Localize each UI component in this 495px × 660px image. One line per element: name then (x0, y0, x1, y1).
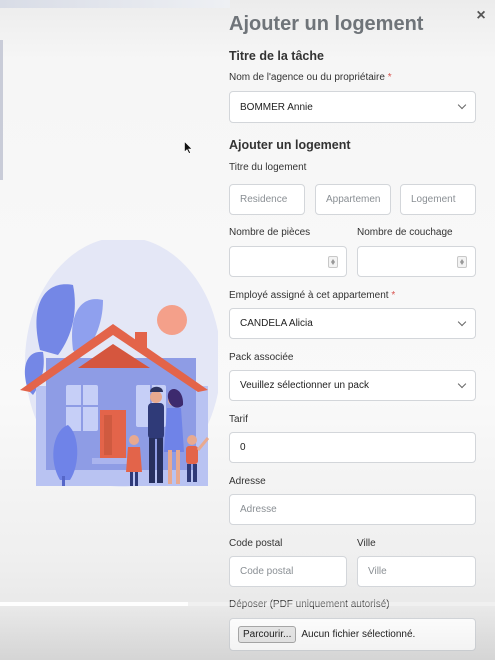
postal-code-placeholder: Code postal (240, 566, 294, 577)
owner-select-value: BOMMER Annie (240, 101, 313, 113)
employee-label-text: Employé assigné à cet appartement (229, 290, 389, 301)
housing-title-label: Titre du logement (229, 162, 307, 173)
background-edge (0, 40, 3, 180)
owner-label-text: Nom de l'agence ou du propriétaire (229, 72, 385, 83)
pack-select[interactable]: Veuillez sélectionner un pack (229, 370, 476, 401)
price-label: Tarif (229, 414, 248, 425)
address-input[interactable]: Adresse (229, 494, 476, 525)
pack-select-value: Veuillez sélectionner un pack (240, 380, 369, 391)
file-upload-field[interactable]: Parcourir... Aucun fichier sélectionné. (229, 618, 476, 651)
price-value: 0 (240, 442, 246, 453)
employee-select-value: CANDELA Alicia (240, 318, 313, 329)
mouse-pointer-icon (184, 141, 193, 154)
browse-button[interactable]: Parcourir... (238, 626, 297, 643)
housing-input[interactable]: Logement (400, 184, 476, 215)
rooms-number-input[interactable] (229, 246, 347, 277)
address-label: Adresse (229, 476, 266, 487)
required-mark: * (387, 72, 392, 83)
background-strip (0, 0, 230, 8)
price-input[interactable]: 0 (229, 432, 476, 463)
residence-placeholder: Residence (240, 194, 288, 205)
task-section-heading: Titre de la tâche (229, 49, 324, 63)
employee-label: Employé assigné à cet appartement * (229, 290, 395, 301)
address-placeholder: Adresse (240, 504, 277, 515)
city-input[interactable]: Ville (357, 556, 476, 587)
housing-section-heading: Ajouter un logement (229, 138, 351, 152)
apartment-input[interactable]: Appartemen (315, 184, 391, 215)
owner-select[interactable]: BOMMER Annie (229, 91, 476, 123)
housing-placeholder: Logement (411, 194, 456, 205)
beds-number-input[interactable] (357, 246, 476, 277)
postal-code-input[interactable]: Code postal (229, 556, 347, 587)
pack-label: Pack associée (229, 352, 294, 363)
beds-label: Nombre de couchage (357, 227, 453, 238)
chevron-down-icon (457, 379, 467, 388)
required-mark: * (391, 290, 396, 301)
rooms-label: Nombre de pièces (229, 227, 311, 238)
chevron-down-icon (457, 317, 467, 326)
apartment-placeholder: Appartemen (326, 194, 381, 205)
modal-title: Ajouter un logement (229, 13, 424, 35)
postal-code-label: Code postal (229, 538, 283, 549)
close-icon[interactable]: × (474, 8, 488, 24)
spinner-icon[interactable] (328, 255, 338, 268)
no-file-text: Aucun fichier sélectionné. (301, 629, 416, 640)
city-label: Ville (357, 538, 376, 549)
spinner-icon[interactable] (457, 255, 467, 268)
owner-label: Nom de l'agence ou du propriétaire * (229, 72, 392, 83)
employee-select[interactable]: CANDELA Alicia (229, 308, 476, 339)
chevron-down-icon (457, 100, 467, 110)
family-house-illustration (20, 240, 218, 487)
video-buffered-fill (0, 602, 189, 606)
city-placeholder: Ville (368, 566, 387, 577)
residence-input[interactable]: Residence (229, 184, 305, 215)
video-progress-bar[interactable] (0, 602, 495, 606)
